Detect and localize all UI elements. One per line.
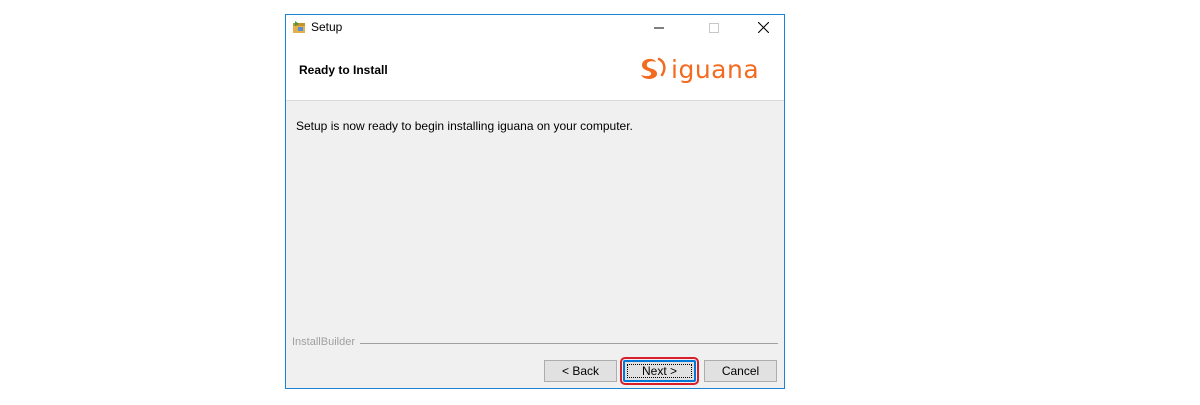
installbuilder-divider: InstallBuilder — [292, 336, 778, 350]
iguana-logo-icon — [641, 57, 666, 79]
setup-app-icon — [292, 20, 306, 34]
close-icon — [757, 22, 769, 33]
minimize-button[interactable] — [636, 15, 682, 40]
next-button[interactable]: Next > — [620, 357, 699, 385]
divider-line — [292, 343, 778, 344]
focus-rectangle — [627, 364, 692, 378]
close-button[interactable] — [740, 15, 786, 40]
maximize-button[interactable] — [691, 15, 737, 40]
iguana-logo: iguana — [638, 53, 759, 85]
maximize-icon — [709, 22, 719, 33]
back-button[interactable]: < Back — [544, 360, 617, 382]
ready-message: Setup is now ready to begin installing i… — [296, 119, 633, 133]
setup-window: Setup Ready to Install iguana Setup is n… — [285, 14, 785, 389]
title-bar[interactable]: Setup — [286, 15, 784, 40]
page-title: Ready to Install — [299, 63, 388, 77]
logo-wordmark: iguana — [671, 54, 760, 84]
wizard-header: Ready to Install iguana — [286, 40, 784, 101]
installbuilder-label: InstallBuilder — [292, 336, 360, 348]
cancel-button[interactable]: Cancel — [704, 360, 777, 382]
minimize-icon — [654, 27, 664, 28]
window-title: Setup — [311, 20, 343, 34]
